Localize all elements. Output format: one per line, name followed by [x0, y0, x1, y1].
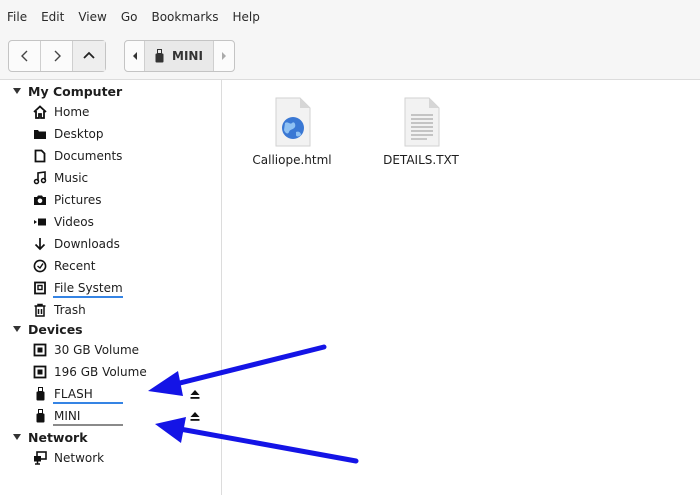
- section-my-computer[interactable]: My Computer: [0, 81, 122, 101]
- sidebar-item-label: Downloads: [54, 237, 120, 251]
- sidebar-item-label: 30 GB Volume: [54, 343, 140, 357]
- path-scroll-left-button[interactable]: [125, 41, 145, 71]
- sidebar-item-label: File System: [54, 281, 123, 295]
- disk-icon: [33, 365, 47, 379]
- sidebar-item-label: Home: [54, 105, 90, 119]
- sidebar-item-label: Network: [54, 451, 105, 465]
- sidebar-item-30gb-volume[interactable]: 30 GB Volume: [0, 340, 222, 360]
- menu-go[interactable]: Go: [121, 10, 138, 24]
- sidebar-item-videos[interactable]: Videos: [0, 212, 222, 232]
- expander-down-icon: [13, 326, 21, 332]
- network-icon: [33, 451, 47, 465]
- file-name: DETAILS.TXT: [383, 153, 459, 167]
- sidebar-item-trash[interactable]: Trash: [0, 300, 222, 320]
- disk-icon: [33, 343, 47, 357]
- sidebar-item-network[interactable]: Network: [0, 448, 222, 468]
- eject-icon[interactable]: [189, 388, 201, 400]
- video-icon: [33, 215, 47, 229]
- sidebar-item-mini[interactable]: MINI: [0, 406, 222, 426]
- chevron-up-icon: [83, 51, 95, 59]
- html-file-icon: [275, 97, 311, 147]
- drive-icon: [33, 281, 47, 295]
- path-scroll-right-button[interactable]: [214, 41, 234, 71]
- sidebar-item-pictures[interactable]: Pictures: [0, 190, 222, 210]
- triangle-right-icon: [221, 52, 226, 60]
- path-bar: MINI: [124, 40, 235, 72]
- usage-bar: [53, 296, 123, 298]
- folder-icon: [33, 127, 47, 141]
- usage-bar: [53, 424, 123, 426]
- path-crumb-mini[interactable]: MINI: [145, 41, 214, 71]
- navigation-buttons: [8, 40, 106, 72]
- menu-file[interactable]: File: [7, 10, 27, 24]
- menu-bookmarks[interactable]: Bookmarks: [151, 10, 218, 24]
- camera-icon: [33, 193, 47, 207]
- sidebar-item-label: Desktop: [54, 127, 104, 141]
- file-item-details[interactable]: DETAILS.TXT: [376, 97, 466, 167]
- sidebar-item-label: Pictures: [54, 193, 102, 207]
- expander-down-icon: [13, 434, 21, 440]
- sidebar: My Computer Home Desktop Documents Music…: [0, 80, 222, 495]
- sidebar-item-label: FLASH: [54, 387, 93, 401]
- sidebar-item-home[interactable]: Home: [0, 102, 222, 122]
- music-icon: [33, 171, 47, 185]
- expander-down-icon: [13, 88, 21, 94]
- text-file-icon: [404, 97, 440, 147]
- clock-icon: [33, 259, 47, 273]
- document-icon: [33, 149, 47, 163]
- file-name: Calliope.html: [252, 153, 332, 167]
- home-icon: [33, 105, 47, 119]
- usb-icon: [33, 387, 47, 401]
- toolbar: MINI: [0, 34, 700, 80]
- menu-edit[interactable]: Edit: [41, 10, 64, 24]
- sidebar-item-label: Videos: [54, 215, 94, 229]
- sidebar-item-label: Documents: [54, 149, 123, 163]
- sidebar-item-label: Music: [54, 171, 89, 185]
- usb-icon: [33, 409, 47, 423]
- sidebar-item-label: Recent: [54, 259, 96, 273]
- sidebar-item-recent[interactable]: Recent: [0, 256, 222, 276]
- back-button[interactable]: [9, 41, 41, 71]
- sidebar-item-documents[interactable]: Documents: [0, 146, 222, 166]
- menu-bar: File Edit View Go Bookmarks Help: [0, 0, 700, 34]
- download-icon: [33, 237, 47, 251]
- usage-bar: [53, 402, 123, 404]
- chevron-right-icon: [54, 50, 61, 62]
- chevron-left-icon: [20, 50, 27, 62]
- sidebar-item-label: Trash: [54, 303, 86, 317]
- menu-help[interactable]: Help: [233, 10, 260, 24]
- file-view: Calliope.html DETAILS.TXT: [223, 80, 700, 495]
- trash-icon: [33, 303, 47, 317]
- path-crumb-label: MINI: [172, 49, 203, 63]
- sidebar-item-label: 196 GB Volume: [54, 365, 147, 379]
- sidebar-item-flash[interactable]: FLASH: [0, 384, 222, 404]
- usb-icon: [155, 49, 164, 63]
- section-devices[interactable]: Devices: [0, 319, 83, 339]
- sidebar-item-label: MINI: [54, 409, 81, 423]
- section-label: Devices: [28, 321, 83, 337]
- sidebar-item-music[interactable]: Music: [0, 168, 222, 188]
- up-button[interactable]: [73, 41, 105, 71]
- triangle-left-icon: [132, 52, 137, 60]
- section-label: Network: [28, 429, 88, 445]
- sidebar-item-downloads[interactable]: Downloads: [0, 234, 222, 254]
- section-network[interactable]: Network: [0, 427, 88, 447]
- sidebar-item-196gb-volume[interactable]: 196 GB Volume: [0, 362, 222, 382]
- file-item-calliope[interactable]: Calliope.html: [247, 97, 337, 167]
- sidebar-item-desktop[interactable]: Desktop: [0, 124, 222, 144]
- menu-view[interactable]: View: [78, 10, 106, 24]
- section-label: My Computer: [28, 83, 123, 99]
- eject-icon[interactable]: [189, 410, 201, 422]
- sidebar-item-file-system[interactable]: File System: [0, 278, 222, 298]
- forward-button[interactable]: [41, 41, 73, 71]
